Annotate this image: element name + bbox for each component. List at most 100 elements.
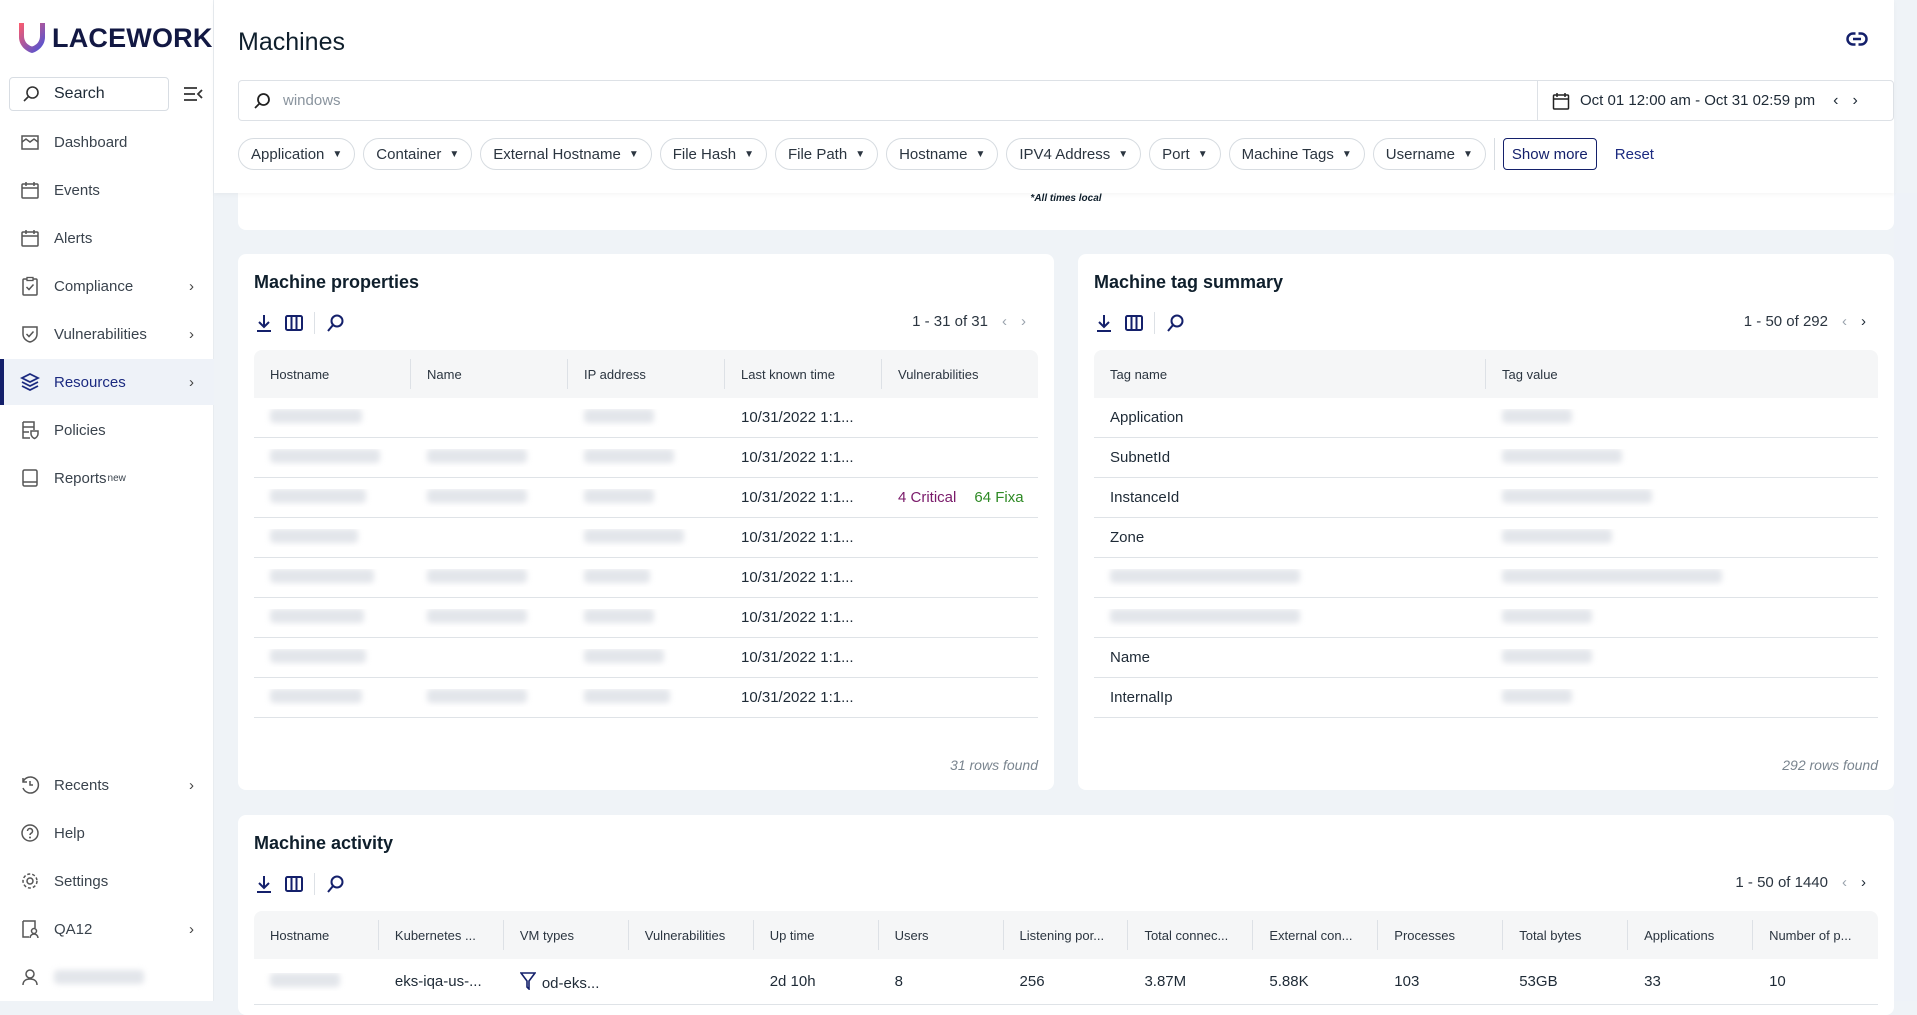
column-header[interactable]: Tag name xyxy=(1094,359,1486,389)
previous-range-button[interactable]: ‹ xyxy=(1833,92,1838,110)
scrollbar-track[interactable] xyxy=(1894,193,1917,1001)
table-row[interactable]: InternalIp xyxy=(1094,678,1878,718)
column-header[interactable]: IP address xyxy=(568,359,725,389)
columns-icon[interactable] xyxy=(284,874,304,894)
column-header[interactable]: Up time xyxy=(754,920,879,950)
table-header: Tag name Tag value xyxy=(1094,350,1878,398)
sidebar-item-resources[interactable]: Resources › xyxy=(0,359,214,405)
download-icon[interactable] xyxy=(254,874,274,894)
download-icon[interactable] xyxy=(254,313,274,333)
sidebar-item-dashboard[interactable]: Dashboard xyxy=(0,119,214,165)
column-header[interactable]: Hostname xyxy=(254,920,379,950)
columns-icon[interactable] xyxy=(1124,313,1144,333)
table-row[interactable]: 10/31/2022 1:1... xyxy=(254,398,1038,438)
column-header[interactable]: Processes xyxy=(1378,920,1504,950)
table-row[interactable]: Application xyxy=(1094,398,1878,438)
column-header[interactable]: Listening por... xyxy=(1004,920,1129,950)
table-row[interactable]: 10/31/2022 1:1... xyxy=(254,678,1038,718)
download-icon[interactable] xyxy=(1094,313,1114,333)
table-row[interactable]: 10/31/2022 1:1... xyxy=(254,438,1038,478)
sidebar-item-vulnerabilities[interactable]: Vulnerabilities › xyxy=(0,311,214,357)
query-search-bar: Oct 01 12:00 am - Oct 31 02:59 pm ‹ › xyxy=(238,80,1894,121)
caret-down-icon: ▼ xyxy=(1462,148,1473,160)
critical-count[interactable]: 4 Critical xyxy=(898,489,956,506)
cell-hostname xyxy=(254,568,411,587)
filter-icon[interactable] xyxy=(519,971,537,991)
columns-icon[interactable] xyxy=(284,313,304,333)
next-range-button[interactable]: › xyxy=(1852,92,1857,110)
column-header[interactable]: Vulnerabilities xyxy=(629,920,754,950)
column-header[interactable]: Name xyxy=(411,359,568,389)
fixable-count[interactable]: 64 Fixa xyxy=(974,489,1023,506)
sidebar-item-reports[interactable]: Reports new xyxy=(0,455,214,501)
next-page-button[interactable]: › xyxy=(1021,313,1026,330)
sidebar-item-label: Compliance xyxy=(54,277,134,295)
filter-machine-tags[interactable]: Machine Tags ▼ xyxy=(1228,138,1365,170)
table-row[interactable]: 10/31/2022 1:1... xyxy=(254,518,1038,558)
next-page-button[interactable]: › xyxy=(1861,313,1866,330)
table-row[interactable]: Name xyxy=(1094,638,1878,678)
column-header[interactable]: Last known time xyxy=(725,359,882,389)
show-more-button[interactable]: Show more xyxy=(1502,138,1597,170)
filter-application[interactable]: Application ▼ xyxy=(238,138,356,170)
filter-ipv4-address[interactable]: IPV4 Address ▼ xyxy=(1006,138,1142,170)
search-icon[interactable] xyxy=(325,313,345,333)
pagination: 1 - 31 of 31 ‹ › xyxy=(912,313,1026,330)
filter-hostname[interactable]: Hostname ▼ xyxy=(886,138,999,170)
next-page-button[interactable]: › xyxy=(1861,874,1866,891)
global-search-button[interactable]: Search xyxy=(9,77,169,111)
table-row[interactable]: InstanceId xyxy=(1094,478,1878,518)
date-range-picker[interactable]: Oct 01 12:00 am - Oct 31 02:59 pm ‹ › xyxy=(1537,81,1893,120)
sidebar-item-account[interactable]: QA12 › xyxy=(0,906,214,952)
table-row[interactable]: SubnetId xyxy=(1094,438,1878,478)
table-row[interactable] xyxy=(1094,558,1878,598)
search-icon[interactable] xyxy=(1165,313,1185,333)
sidebar-item-user[interactable] xyxy=(0,954,214,1000)
table-row[interactable]: 10/31/2022 1:1... xyxy=(254,558,1038,598)
sidebar-item-policies[interactable]: Policies xyxy=(0,407,214,453)
search-icon[interactable] xyxy=(325,874,345,894)
sidebar-item-events[interactable]: Events xyxy=(0,167,214,213)
sidebar-item-compliance[interactable]: Compliance › xyxy=(0,263,214,309)
query-search-input[interactable] xyxy=(283,92,1537,109)
filter-external-hostname[interactable]: External Hostname ▼ xyxy=(480,138,652,170)
sidebar-item-alerts[interactable]: Alerts xyxy=(0,215,214,261)
cell-ip-address xyxy=(568,488,725,507)
column-header[interactable]: Applications xyxy=(1628,920,1754,950)
collapse-sidebar-icon[interactable] xyxy=(182,84,204,104)
cell-hostname xyxy=(254,608,411,627)
column-header[interactable]: Number of p... xyxy=(1753,920,1878,950)
filter-container[interactable]: Container ▼ xyxy=(363,138,473,170)
sidebar-item-help[interactable]: Help xyxy=(0,810,214,856)
column-header[interactable]: Total connec... xyxy=(1128,920,1254,950)
table-row[interactable]: 10/31/2022 1:1... xyxy=(254,638,1038,678)
link-icon[interactable] xyxy=(1846,32,1868,46)
table-row[interactable]: 10/31/2022 1:1... xyxy=(254,598,1038,638)
column-header[interactable]: Hostname xyxy=(254,359,411,389)
table-row[interactable] xyxy=(1094,598,1878,638)
sidebar-item-label: Events xyxy=(54,181,100,199)
table-row[interactable]: eks-iqa-us-... od-eks... 2d 10h 8 256 3.87M 5.… xyxy=(254,959,1878,1005)
previous-page-button[interactable]: ‹ xyxy=(1842,874,1847,891)
filter-file-path[interactable]: File Path ▼ xyxy=(774,138,879,170)
column-header[interactable]: Total bytes xyxy=(1503,920,1629,950)
sidebar-item-recents[interactable]: Recents › xyxy=(0,762,214,808)
column-header[interactable]: Users xyxy=(879,920,1004,950)
column-header[interactable]: Tag value xyxy=(1486,359,1878,389)
column-header[interactable]: Vulnerabilities xyxy=(882,359,1038,389)
column-header[interactable]: External con... xyxy=(1253,920,1379,950)
filter-port[interactable]: Port ▼ xyxy=(1149,138,1221,170)
previous-page-button[interactable]: ‹ xyxy=(1842,313,1847,330)
column-header[interactable]: VM types xyxy=(504,920,629,950)
sidebar-item-settings[interactable]: Settings xyxy=(0,858,214,904)
table-row[interactable]: 10/31/2022 1:1... 4 Critical 64 Fixa xyxy=(254,478,1038,518)
lacework-logo[interactable]: LACEWORK xyxy=(18,22,213,54)
column-header[interactable]: Kubernetes ... xyxy=(379,920,504,950)
reset-button[interactable]: Reset xyxy=(1615,146,1654,163)
filter-file-hash[interactable]: File Hash ▼ xyxy=(659,138,767,170)
cell-hostname xyxy=(254,488,411,507)
filter-username[interactable]: Username ▼ xyxy=(1372,138,1486,170)
table-cell: 10 xyxy=(1769,973,1786,990)
table-row[interactable]: Zone xyxy=(1094,518,1878,558)
previous-page-button[interactable]: ‹ xyxy=(1002,313,1007,330)
